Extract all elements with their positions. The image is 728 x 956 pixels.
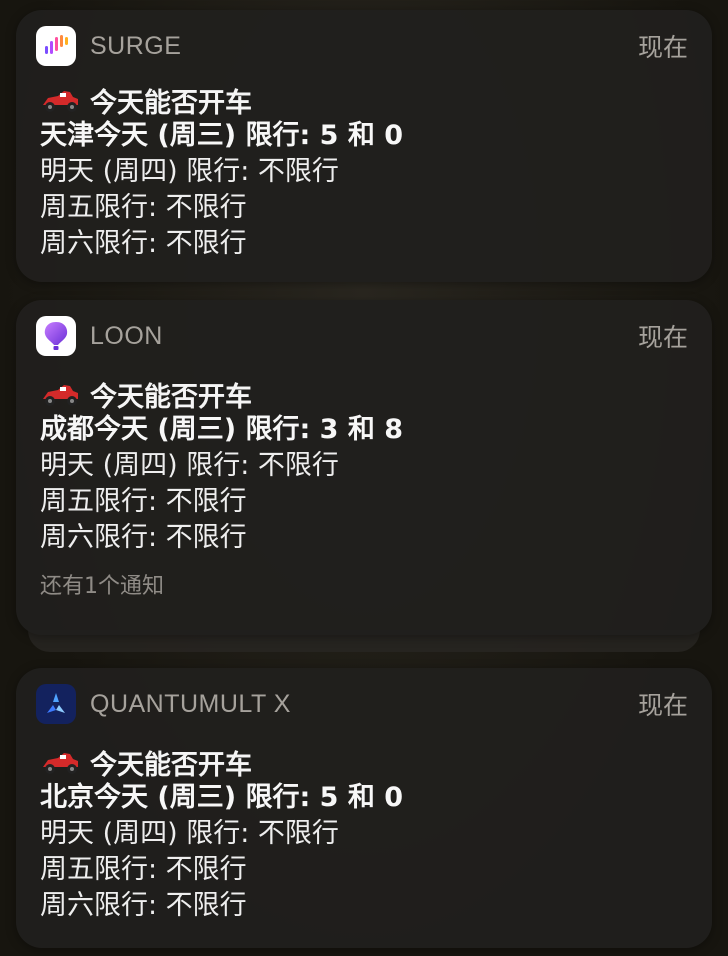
surge-app-icon xyxy=(36,26,76,66)
notification-line: 周六限行: 不限行 xyxy=(40,228,247,259)
notification-title: 今天能否开车 xyxy=(90,381,252,413)
notification-line: 周五限行: 不限行 xyxy=(40,486,247,517)
notification-line: 周六限行: 不限行 xyxy=(40,522,247,553)
notification-line: 周六限行: 不限行 xyxy=(40,890,247,921)
notification-card-loon[interactable]: LOON 现在 今天能否开车 成都今天 (周三) 限行: 3 和 8 明天 (周… xyxy=(16,300,712,635)
notification-body: 今天能否开车 成都今天 (周三) 限行: 3 和 8 明天 (周四) 限行: 不… xyxy=(40,376,688,600)
notification-title: 今天能否开车 xyxy=(90,749,252,781)
race-car-icon xyxy=(43,385,78,406)
notification-line: 北京今天 (周三) 限行: 5 和 0 xyxy=(40,782,404,813)
notification-card-quantumult-x[interactable]: QUANTUMULT X 现在 今天能否开车 北京今天 (周三) 限行: 5 和… xyxy=(16,668,712,948)
notification-header: QUANTUMULT X 现在 xyxy=(36,684,688,724)
app-name: QUANTUMULT X xyxy=(90,689,291,718)
notification-line: 明天 (周四) 限行: 不限行 xyxy=(40,156,339,187)
notification-title: 今天能否开车 xyxy=(90,87,252,119)
app-name: LOON xyxy=(90,321,163,350)
notification-time: 现在 xyxy=(637,33,688,62)
race-car-icon xyxy=(43,753,78,774)
notification-body: 今天能否开车 北京今天 (周三) 限行: 5 和 0 明天 (周四) 限行: 不… xyxy=(40,744,688,924)
notification-line: 周五限行: 不限行 xyxy=(40,854,247,885)
notification-header: SURGE 现在 xyxy=(36,26,688,66)
notification-card-surge[interactable]: SURGE 现在 今天能否开车 天津今天 (周三) 限行: 5 和 0 明天 (… xyxy=(16,10,712,282)
notification-body: 今天能否开车 天津今天 (周三) 限行: 5 和 0 明天 (周四) 限行: 不… xyxy=(40,82,688,262)
notification-line: 明天 (周四) 限行: 不限行 xyxy=(40,818,339,849)
notification-line: 明天 (周四) 限行: 不限行 xyxy=(40,450,339,481)
notification-line: 天津今天 (周三) 限行: 5 和 0 xyxy=(40,120,404,151)
notification-time: 现在 xyxy=(637,323,688,352)
more-notifications-label[interactable]: 还有1个通知 xyxy=(40,568,688,600)
notification-header: LOON 现在 xyxy=(36,316,688,356)
notification-line: 周五限行: 不限行 xyxy=(40,192,247,223)
loon-app-icon xyxy=(36,316,76,356)
quantumult-x-app-icon xyxy=(36,684,76,724)
app-name: SURGE xyxy=(90,31,182,60)
notification-time: 现在 xyxy=(637,691,688,720)
race-car-icon xyxy=(43,91,78,112)
notification-line: 成都今天 (周三) 限行: 3 和 8 xyxy=(40,414,404,445)
